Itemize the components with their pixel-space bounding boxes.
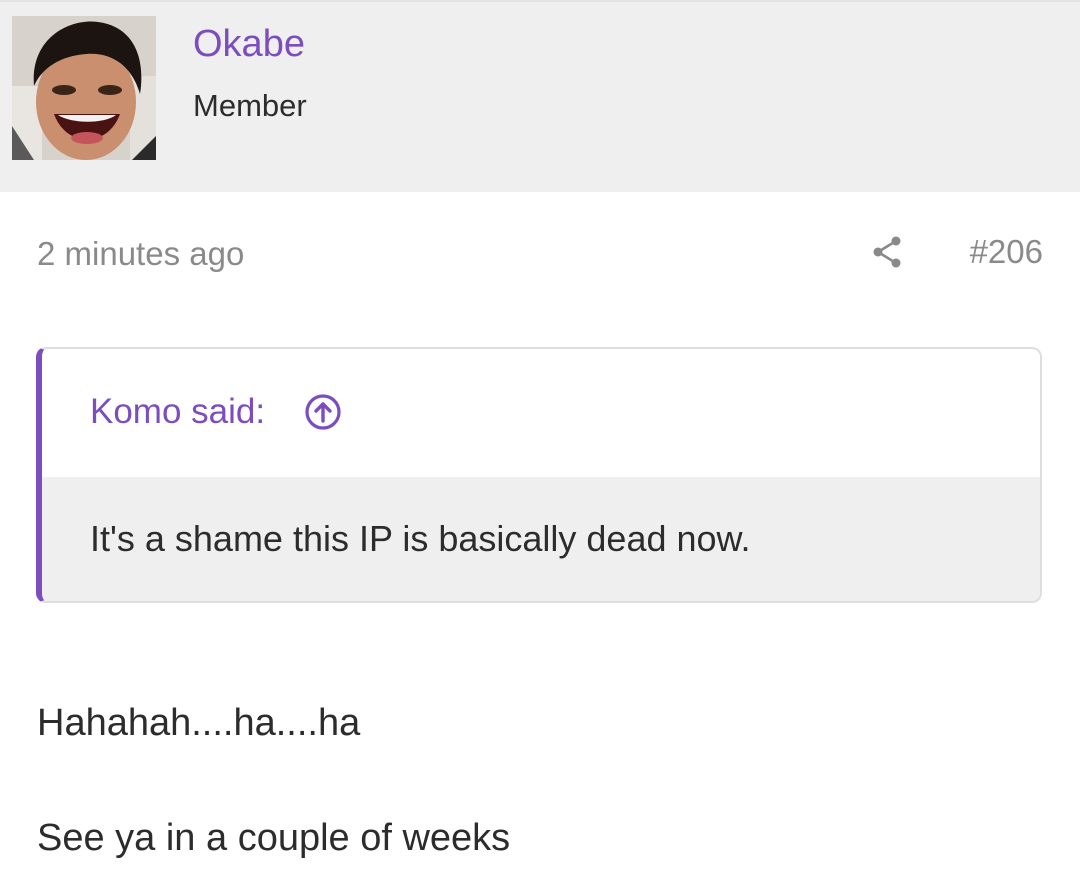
quote-block: Komo said: It's a shame this IP is basic… bbox=[36, 347, 1042, 603]
user-title: Member bbox=[193, 88, 307, 123]
quote-body: It's a shame this IP is basically dead n… bbox=[42, 477, 1040, 601]
post-card: 2 minutes ago #206 Komo said: It's a sha… bbox=[0, 192, 1080, 894]
share-icon[interactable] bbox=[870, 234, 904, 270]
quote-text: It's a shame this IP is basically dead n… bbox=[90, 518, 751, 559]
quote-author-link[interactable]: Komo said: bbox=[90, 391, 265, 433]
post-number-link[interactable]: #206 bbox=[970, 232, 1043, 272]
user-header: Okabe Member bbox=[0, 0, 1080, 192]
post-timestamp[interactable]: 2 minutes ago bbox=[37, 234, 244, 274]
arrow-up-circle-icon[interactable] bbox=[304, 393, 342, 431]
message-line: See ya in a couple of weeks bbox=[37, 817, 511, 859]
quote-header: Komo said: bbox=[42, 349, 1040, 477]
username-link[interactable]: Okabe bbox=[193, 22, 305, 66]
forum-post: Okabe Member 2 minutes ago #206 Komo sai… bbox=[0, 0, 1080, 894]
avatar-image bbox=[12, 16, 156, 160]
avatar[interactable] bbox=[12, 16, 156, 160]
message-line: Hahahah....ha....ha bbox=[37, 702, 361, 744]
